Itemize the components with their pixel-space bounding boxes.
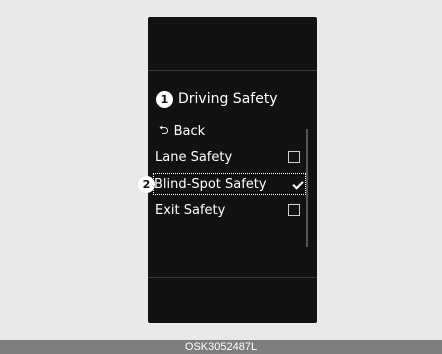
figure-frame: 1 Driving Safety ⮌ Back Lane Safety Blin…: [0, 0, 442, 340]
callout-2: 2: [138, 176, 155, 193]
divider-top: [148, 70, 317, 71]
checkbox-checked-icon[interactable]: [293, 179, 303, 189]
checkbox-unchecked-icon[interactable]: [288, 204, 300, 216]
option-exit-safety[interactable]: Exit Safety: [155, 200, 302, 220]
cluster-display: 1 Driving Safety ⮌ Back Lane Safety Blin…: [148, 17, 317, 323]
callout-1: 1: [156, 90, 173, 108]
back-arrow-icon: ⮌: [159, 123, 169, 137]
figure-caption: OSK3052487L: [184, 341, 258, 353]
option-label: Lane Safety: [155, 149, 233, 165]
back-label: Back: [173, 124, 206, 139]
back-button[interactable]: ⮌ Back: [159, 121, 205, 142]
option-label: Blind-Spot Safety: [154, 176, 267, 192]
option-label: Exit Safety: [155, 202, 226, 218]
menu-title-label: Driving Safety: [178, 91, 278, 107]
option-lane-safety[interactable]: Lane Safety: [155, 147, 302, 167]
divider-bottom: [148, 277, 317, 278]
menu-title: 1 Driving Safety: [156, 89, 278, 109]
option-blind-spot-safety[interactable]: Blind-Spot Safety: [153, 173, 306, 195]
checkbox-unchecked-icon[interactable]: [288, 151, 300, 163]
scrollbar[interactable]: [306, 129, 308, 247]
